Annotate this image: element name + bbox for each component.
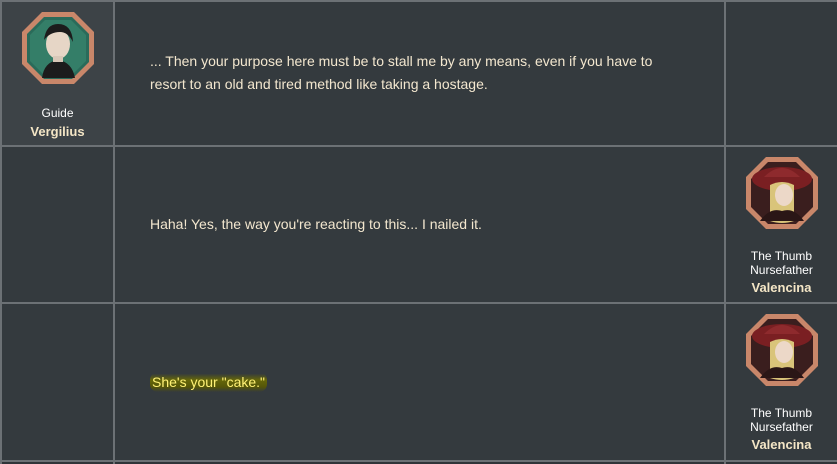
row-divider	[0, 0, 837, 2]
speaker-title: The Thumb	[750, 406, 813, 420]
speaker-name: Valencina	[751, 280, 812, 295]
column-divider	[724, 0, 726, 464]
speaker-label: The Thumb Nursefather Valencina	[726, 406, 837, 453]
row-divider	[0, 460, 837, 462]
dialogue-text-cell: She's your "cake."	[115, 304, 724, 460]
dialogue-text-cell: ... Then your purpose here must be to st…	[115, 2, 724, 145]
row-divider	[0, 145, 837, 147]
valencina-portrait-icon	[745, 157, 818, 229]
speaker-cell: The Thumb Nursefather Valencina	[726, 304, 837, 460]
speaker-title: The Thumb	[750, 249, 813, 263]
dialogue-text-cell: Haha! Yes, the way you're reacting to th…	[115, 147, 724, 302]
speaker-title: Nursefather	[750, 263, 813, 277]
speaker-name: Vergilius	[30, 124, 85, 139]
empty-speaker-cell	[2, 147, 113, 302]
speaker-label: The Thumb Nursefather Valencina	[726, 249, 837, 296]
dialogue-text: Haha! Yes, the way you're reacting to th…	[150, 216, 482, 232]
speaker-title: Guide	[41, 106, 74, 120]
speaker-cell: Guide Vergilius	[2, 2, 113, 145]
dialogue-row: She's your "cake." The Thumb Nursefather…	[0, 304, 837, 460]
empty-speaker-cell	[726, 2, 837, 145]
speaker-label: Guide Vergilius	[2, 106, 113, 140]
column-divider	[0, 0, 2, 464]
dialogue-row: Haha! Yes, the way you're reacting to th…	[0, 147, 837, 302]
empty-speaker-cell	[2, 304, 113, 460]
column-divider	[113, 0, 115, 464]
dialogue-text: ... Then your purpose here must be to st…	[150, 53, 653, 92]
highlighted-dialogue-text: She's your "cake."	[150, 372, 267, 392]
speaker-name: Valencina	[751, 437, 812, 452]
speaker-title: Nursefather	[750, 420, 813, 434]
speaker-cell: The Thumb Nursefather Valencina	[726, 147, 837, 302]
valencina-portrait-icon	[745, 314, 818, 386]
dialogue-row: Guide Vergilius ... Then your purpose he…	[0, 2, 837, 145]
row-divider	[0, 302, 837, 304]
vergilius-portrait-icon	[21, 12, 94, 84]
dialogue-text: She's your "cake."	[150, 371, 664, 394]
dialogue-table: Guide Vergilius ... Then your purpose he…	[0, 0, 837, 464]
